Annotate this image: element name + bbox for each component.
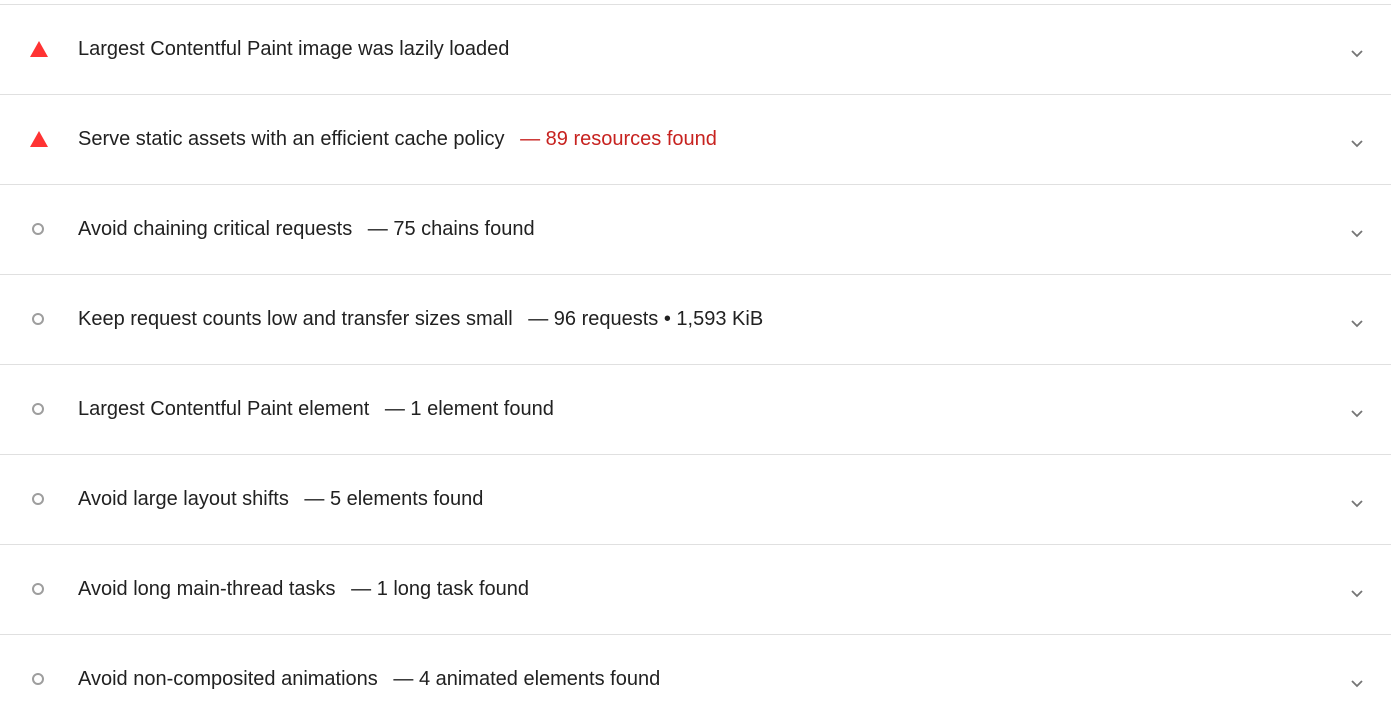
audit-display-value: 96 requests • 1,593 KiB [553, 308, 764, 330]
audit-display-value: 89 resources found [545, 128, 717, 150]
gray-circle-icon [30, 221, 48, 237]
audit-title: Avoid chaining critical requests [78, 218, 353, 240]
chevron-down-icon[interactable] [1347, 493, 1367, 513]
gray-circle-icon [30, 491, 48, 507]
audit-title: Avoid long main-thread tasks [78, 578, 336, 600]
audit-title: Avoid non-composited animations [78, 668, 378, 690]
audit-row-long-tasks[interactable]: Avoid long main-thread tasks — 1 long ta… [0, 544, 1391, 633]
red-triangle-icon [30, 131, 48, 147]
gray-circle-icon [30, 671, 48, 687]
audit-row-critical-request-chains[interactable]: Avoid chaining critical requests — 75 ch… [0, 184, 1391, 273]
audit-text: Largest Contentful Paint image was lazil… [78, 37, 509, 61]
audit-text: Serve static assets with an efficient ca… [78, 127, 717, 151]
audit-separator: — [520, 128, 541, 150]
audit-separator: — [304, 488, 325, 510]
audit-text: Avoid large layout shifts — 5 elements f… [78, 487, 483, 511]
chevron-down-icon[interactable] [1347, 583, 1367, 603]
red-triangle-icon [30, 41, 48, 57]
audit-text: Avoid long main-thread tasks — 1 long ta… [78, 577, 529, 601]
audit-display-value: 5 elements found [329, 488, 484, 510]
audit-title: Largest Contentful Paint element [78, 398, 370, 420]
audit-row-lcp-element[interactable]: Largest Contentful Paint element — 1 ele… [0, 364, 1391, 453]
audit-display-value: 1 element found [410, 398, 554, 420]
audit-row-lcp-lazy-loaded[interactable]: Largest Contentful Paint image was lazil… [0, 4, 1391, 93]
audit-display-value: 4 animated elements found [418, 668, 661, 690]
chevron-down-icon[interactable] [1347, 43, 1367, 63]
audit-text: Avoid non-composited animations — 4 anim… [78, 667, 660, 691]
gray-circle-icon [30, 581, 48, 597]
audit-text: Avoid chaining critical requests — 75 ch… [78, 217, 535, 241]
audit-title: Largest Contentful Paint image was lazil… [78, 38, 510, 60]
chevron-down-icon[interactable] [1347, 403, 1367, 423]
audit-text: Keep request counts low and transfer siz… [78, 307, 763, 331]
chevron-down-icon[interactable] [1347, 673, 1367, 693]
audit-row-cache-policy[interactable]: Serve static assets with an efficient ca… [0, 94, 1391, 183]
audit-display-value: 1 long task found [376, 578, 530, 600]
gray-circle-icon [30, 311, 48, 327]
chevron-down-icon[interactable] [1347, 133, 1367, 153]
audit-text: Largest Contentful Paint element — 1 ele… [78, 397, 554, 421]
audit-separator: — [351, 578, 372, 600]
audit-row-resource-summary[interactable]: Keep request counts low and transfer siz… [0, 274, 1391, 363]
audit-separator: — [393, 668, 414, 690]
audit-display-value: 75 chains found [393, 218, 535, 240]
audit-separator: — [528, 308, 549, 330]
gray-circle-icon [30, 401, 48, 417]
audit-title: Keep request counts low and transfer siz… [78, 308, 513, 330]
audit-separator: — [384, 398, 405, 420]
chevron-down-icon[interactable] [1347, 313, 1367, 333]
audit-title: Avoid large layout shifts [78, 488, 289, 510]
audit-separator: — [367, 218, 388, 240]
audit-list: Largest Contentful Paint image was lazil… [0, 0, 1391, 723]
audit-title: Serve static assets with an efficient ca… [78, 128, 505, 150]
chevron-down-icon[interactable] [1347, 223, 1367, 243]
audit-row-layout-shifts[interactable]: Avoid large layout shifts — 5 elements f… [0, 454, 1391, 543]
audit-row-non-composited-animations[interactable]: Avoid non-composited animations — 4 anim… [0, 634, 1391, 723]
